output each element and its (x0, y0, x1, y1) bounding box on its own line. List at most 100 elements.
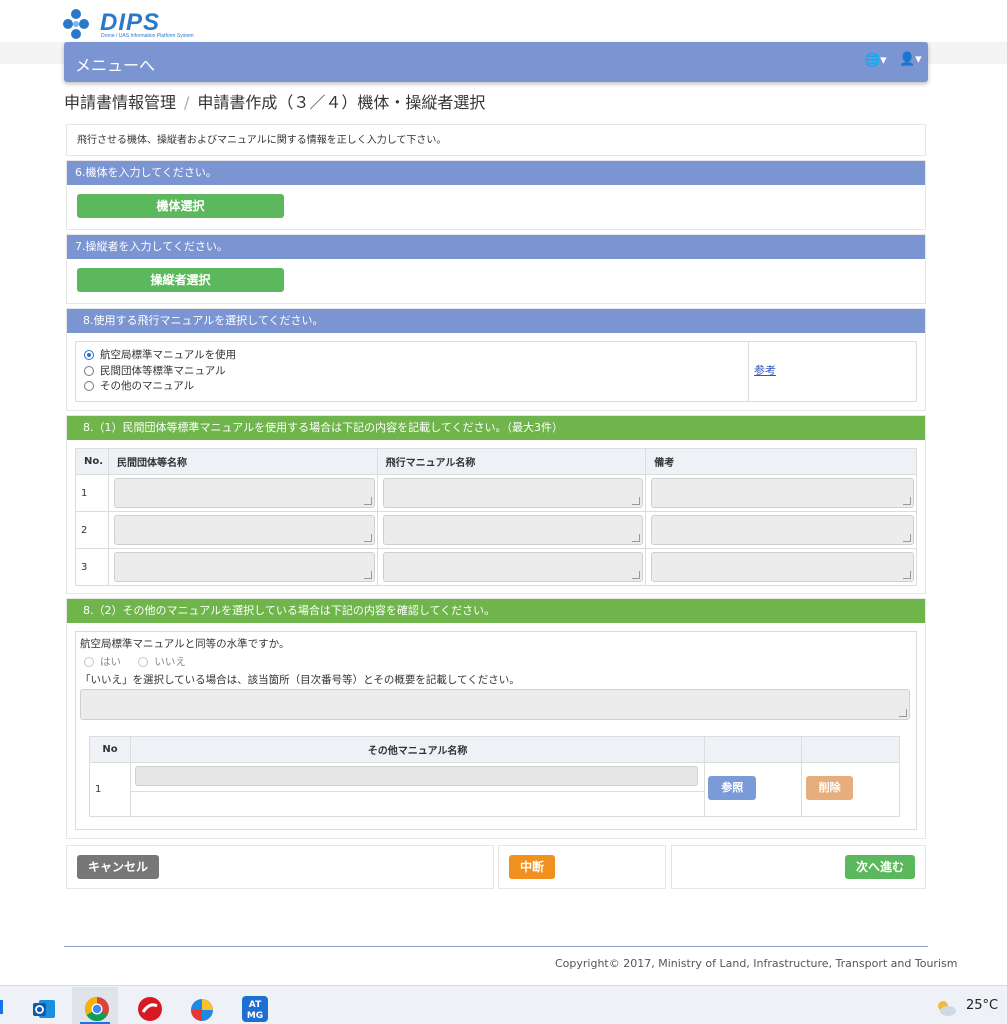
atmg-icon-svg: AT MG (247, 1000, 263, 1021)
app-icon[interactable] (189, 996, 215, 1022)
radio-button[interactable] (84, 381, 94, 391)
table-row: 1 参照 削除 (89, 762, 900, 817)
delete-cell: 削除 (801, 762, 900, 817)
weather-icon[interactable] (934, 998, 958, 1018)
temperature: 25°C (966, 998, 999, 1013)
manual-name-cell (376, 474, 647, 512)
option-label: 航空局標準マニュアルを使用 (100, 349, 237, 361)
summary-textarea[interactable] (80, 689, 910, 720)
select-aircraft-button[interactable]: 機体選択 (77, 194, 284, 218)
remarks-cell (645, 511, 917, 549)
other-manual-table: No その他マニュアル名称 1 参照 削除 (89, 736, 900, 817)
cancel-button[interactable]: キャンセル (77, 855, 159, 879)
answer-label: はい (100, 656, 121, 668)
remarks-textarea[interactable] (651, 552, 914, 582)
org-name-cell (107, 511, 378, 549)
table-row: 1 (75, 474, 917, 512)
atmg-icon[interactable]: AT MG (242, 996, 268, 1022)
manual-name-textarea[interactable] (382, 515, 644, 545)
radio-button[interactable] (84, 657, 94, 667)
row-number: 2 (75, 511, 109, 549)
org-name-cell (107, 548, 378, 586)
manual-radio-group: 航空局標準マニュアルを使用 民間団体等標準マニュアル その他のマニュアル (84, 348, 236, 395)
weather-icon-svg (938, 1001, 956, 1016)
manual-name-textarea[interactable] (382, 478, 644, 508)
file-name-input[interactable] (134, 766, 698, 786)
select-operator-button[interactable]: 操縦者選択 (77, 268, 284, 292)
manual-name-cell (376, 511, 647, 549)
remarks-cell (645, 548, 917, 586)
browse-button[interactable]: 参照 (708, 776, 757, 800)
manual-option-organization[interactable]: 民間団体等標準マニュアル (84, 364, 236, 380)
manual-heading: 8.使用する飛行マニュアルを選択してください。 (67, 309, 925, 333)
svg-text:MG: MG (247, 1011, 263, 1021)
breadcrumb-root[interactable]: 申請書情報管理 (64, 93, 176, 112)
org-name-textarea[interactable] (113, 515, 375, 545)
aircraft-heading: 6.機体を入力してください。 (67, 161, 925, 185)
top-navbar: メニューへ 🌐▾ 👤▾ (64, 42, 928, 82)
footer-divider (64, 946, 928, 947)
org-manual-table: No. 民間団体等名称 飛行マニュアル名称 備考 1 2 3 (75, 448, 917, 586)
column-header: No. (75, 448, 109, 475)
outlook-icon-svg (33, 1000, 55, 1018)
answer-label: いいえ (154, 656, 186, 668)
no-answer-note: 「いいえ」を選択している場合は、該当箇所（目次番号等）とその概要を記載してくださ… (80, 674, 520, 686)
radio-button[interactable] (84, 365, 94, 376)
org-name-textarea[interactable] (113, 552, 375, 582)
answer-no[interactable]: いいえ (138, 656, 186, 668)
equivalence-question: 航空局標準マニュアルと同等の水準ですか。 (80, 638, 290, 650)
manual-options-box: 航空局標準マニュアルを使用 民間団体等標準マニュアル その他のマニュアル 参考 (75, 341, 917, 402)
column-header: 民間団体等名称 (107, 448, 378, 475)
manual-option-other[interactable]: その他のマニュアル (84, 379, 236, 395)
table-header-row: No. 民間団体等名称 飛行マニュアル名称 備考 (75, 448, 917, 475)
radio-button[interactable] (138, 657, 149, 667)
column-header (801, 736, 900, 763)
column-header: 飛行マニュアル名称 (376, 448, 647, 475)
app-icon-svg (191, 999, 213, 1021)
dips-logo-icon (63, 9, 89, 39)
reference-link[interactable]: 参考 (754, 362, 776, 378)
manual-name-textarea[interactable] (382, 552, 644, 582)
row-number: 1 (75, 474, 109, 512)
delete-button[interactable]: 削除 (806, 776, 854, 800)
option-label: その他のマニュアル (100, 380, 195, 392)
remarks-cell (645, 474, 917, 512)
next-button[interactable]: 次へ進む (845, 855, 915, 879)
suspend-button[interactable]: 中断 (509, 855, 555, 879)
file-name-cell (129, 762, 706, 817)
org-name-cell (107, 474, 378, 512)
globe-icon[interactable]: 🌐▾ (864, 53, 887, 68)
answer-yes[interactable]: はい (84, 656, 121, 668)
column-header: No (89, 736, 131, 763)
breadcrumb-current: 申請書作成（３／４）機体・操縦者選択 (197, 93, 486, 112)
remarks-textarea[interactable] (651, 478, 914, 508)
other-manual-heading: 8.（2）その他のマニュアルを選択している場合は下記の内容を確認してください。 (67, 599, 925, 623)
breadcrumb: 申請書情報管理 / 申請書作成（３／４）機体・操縦者選択 (64, 89, 485, 113)
logo-subtitle: Drone / UAS Information Platform System (101, 33, 194, 39)
divider (130, 791, 704, 792)
chrome-icon-svg (84, 997, 109, 1022)
manual-option-civil-aviation[interactable]: 航空局標準マニュアルを使用 (84, 348, 236, 364)
chrome-icon[interactable] (84, 996, 110, 1022)
option-label: 民間団体等標準マニュアル (100, 364, 226, 377)
menu-link[interactable]: メニューへ (75, 52, 155, 76)
operator-heading: 7.操縦者を入力してください。 (67, 235, 925, 259)
equivalence-radio-group: はい いいえ (84, 654, 186, 669)
table-row: 2 (75, 511, 917, 549)
intro-text: 飛行させる機体、操縦者およびマニュアルに関する情報を正しく入力して下さい。 (77, 135, 447, 146)
org-name-textarea[interactable] (113, 478, 375, 508)
org-manual-heading: 8.（1）民間団体等標準マニュアルを使用する場合は下記の内容を記載してください。… (67, 416, 925, 440)
copyright-text: Copyright© 2017, Ministry of Land, Infra… (555, 957, 958, 970)
trend-micro-icon-svg (138, 997, 162, 1021)
manual-name-cell (376, 548, 647, 586)
taskbar: AT MG (0, 985, 1007, 1024)
radio-button[interactable] (84, 350, 94, 360)
user-icon[interactable]: 👤▾ (899, 52, 922, 67)
trend-micro-icon[interactable] (137, 996, 163, 1022)
table-row: 3 (75, 548, 917, 586)
outlook-icon[interactable] (31, 996, 57, 1022)
table-header-row: No その他マニュアル名称 (89, 736, 900, 763)
taskbar-edge-indicator (0, 1000, 3, 1014)
column-header: 備考 (645, 448, 917, 475)
remarks-textarea[interactable] (651, 515, 914, 545)
